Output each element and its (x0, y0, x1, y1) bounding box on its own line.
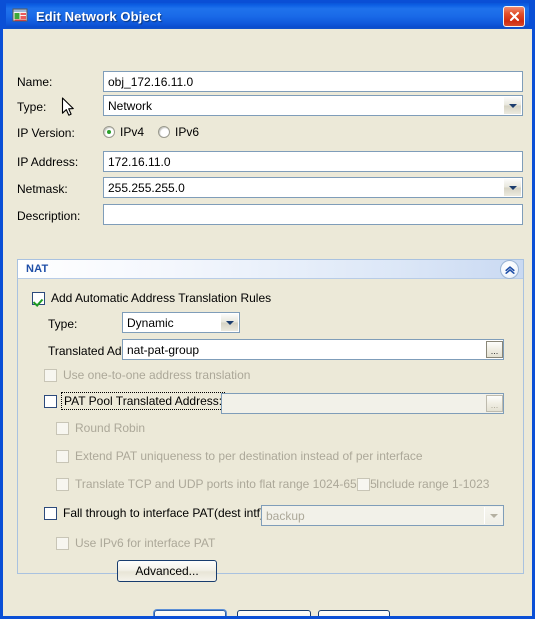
checkbox-one-to-one-translation: Use one-to-one address translation (44, 368, 250, 382)
ip-address-input[interactable]: 172.16.11.0 (103, 151, 523, 172)
radio-ipv6-indicator (158, 126, 170, 138)
name-label: Name: (17, 75, 53, 89)
network-object-icon (12, 8, 29, 24)
checkbox-indicator (32, 291, 45, 305)
description-label: Description: (17, 209, 81, 223)
checkbox-pat-pool-translated-address[interactable]: PAT Pool Translated Address: (44, 392, 226, 410)
checkbox-include-range: Include range 1-1023 (357, 477, 489, 491)
checkbox-pat-pool-translated-address-label: PAT Pool Translated Address: (60, 392, 226, 410)
checkbox-include-range-label: Include range 1-1023 (376, 477, 490, 491)
checkbox-fall-through-interface-pat-label: Fall through to interface PAT(dest intf)… (63, 506, 268, 520)
nat-type-select-value: Dynamic (127, 315, 174, 330)
nat-type-select[interactable]: Dynamic (122, 312, 240, 333)
pat-pool-input (221, 393, 504, 414)
checkbox-use-ipv6-interface-pat-label: Use IPv6 for interface PAT (75, 536, 216, 550)
help-button[interactable]: Help (318, 610, 390, 616)
close-icon[interactable] (503, 6, 525, 27)
title-bar[interactable]: Edit Network Object (3, 0, 532, 29)
checkbox-indicator (56, 421, 69, 435)
chevron-down-icon[interactable] (503, 97, 521, 114)
checkbox-indicator (44, 368, 57, 382)
type-select-value: Network (108, 98, 153, 113)
fall-through-interface-select-value: backup (266, 508, 305, 523)
radio-ipv6[interactable]: IPv6 (158, 125, 199, 139)
window-title: Edit Network Object (36, 8, 162, 24)
radio-ipv6-label: IPv6 (175, 125, 200, 139)
checkbox-round-robin-label: Round Robin (75, 421, 146, 435)
checkbox-indicator (56, 449, 69, 463)
checkbox-indicator (56, 477, 69, 491)
nat-type-label: Type: (48, 317, 78, 331)
checkbox-extend-pat-uniqueness: Extend PAT uniqueness to per destination… (56, 449, 423, 463)
chevron-down-icon[interactable] (220, 314, 238, 331)
checkbox-indicator (56, 536, 69, 550)
checkbox-extend-pat-uniqueness-label: Extend PAT uniqueness to per destination… (75, 449, 423, 463)
checkbox-indicator (357, 477, 370, 491)
checkbox-use-ipv6-interface-pat: Use IPv6 for interface PAT (56, 536, 215, 550)
nat-panel-header: NAT (18, 260, 523, 279)
pat-pool-browse-button: ... (486, 395, 503, 412)
checkbox-add-automatic-translation-rules-label: Add Automatic Address Translation Rules (51, 291, 272, 305)
nat-panel: NAT Add Automatic Address Translation Ru… (17, 259, 524, 582)
checkbox-flat-range-label: Translate TCP and UDP ports into flat ra… (75, 477, 377, 491)
ok-button[interactable]: OK (154, 610, 226, 616)
chevron-double-up-icon[interactable] (500, 260, 519, 279)
checkbox-one-to-one-translation-label: Use one-to-one address translation (63, 368, 251, 382)
netmask-select-value: 255.255.255.0 (108, 180, 185, 195)
radio-ipv4[interactable]: IPv4 (103, 125, 144, 139)
radio-ipv4-label: IPv4 (120, 125, 145, 139)
netmask-select[interactable]: 255.255.255.0 (103, 177, 523, 198)
translated-addr-browse-button[interactable]: ... (486, 341, 503, 358)
nat-panel-title: NAT (26, 263, 49, 275)
name-input[interactable]: obj_172.16.11.0 (103, 71, 523, 92)
chevron-down-icon[interactable] (503, 179, 521, 196)
description-input[interactable] (103, 204, 523, 225)
translated-addr-input[interactable]: nat-pat-group (122, 339, 504, 360)
netmask-label: Netmask: (17, 182, 68, 196)
checkbox-add-automatic-translation-rules[interactable]: Add Automatic Address Translation Rules (32, 291, 271, 305)
type-label: Type: (17, 100, 47, 114)
advanced-button[interactable]: Advanced... (117, 560, 217, 582)
radio-ipv4-indicator (103, 126, 115, 138)
chevron-down-icon (484, 507, 502, 524)
checkbox-round-robin: Round Robin (56, 421, 145, 435)
mouse-cursor (61, 97, 75, 118)
fall-through-interface-select: backup (261, 505, 504, 526)
ip-version-label: IP Version: (17, 126, 75, 140)
dialog-body: Name: obj_172.16.11.0 Type: Network IP V… (3, 29, 532, 616)
ip-address-label: IP Address: (17, 155, 79, 169)
checkbox-flat-range: Translate TCP and UDP ports into flat ra… (56, 477, 377, 491)
checkbox-indicator (44, 394, 57, 408)
cancel-button[interactable]: Cancel (237, 610, 311, 616)
type-select[interactable]: Network (103, 95, 523, 116)
edit-network-object-dialog: Edit Network Object Name: obj_172.16.11.… (0, 0, 535, 619)
checkbox-fall-through-interface-pat[interactable]: Fall through to interface PAT(dest intf)… (44, 506, 267, 520)
checkbox-indicator (44, 506, 57, 520)
